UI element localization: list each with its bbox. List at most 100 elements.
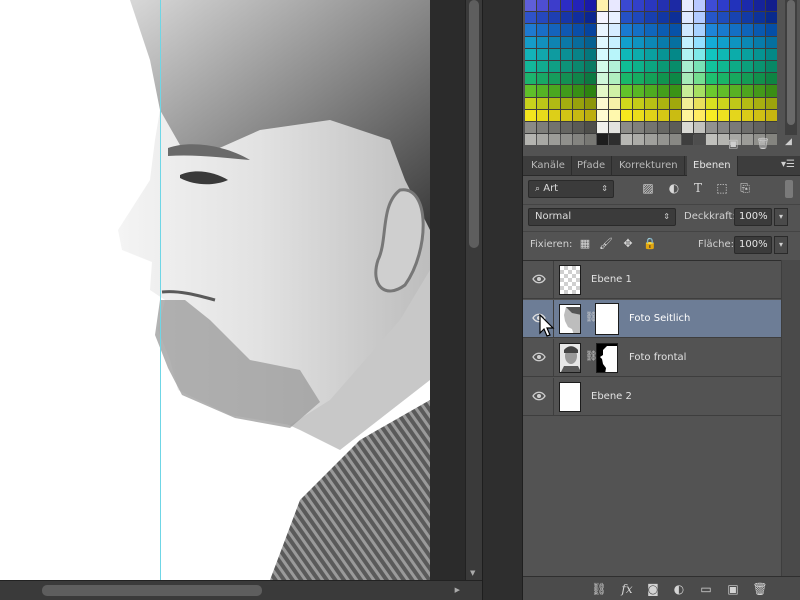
color-swatch[interactable] [609,12,621,24]
color-swatch[interactable] [537,60,549,73]
color-swatch[interactable] [657,97,669,109]
layer-row-ebene-1[interactable]: Ebene 1 [523,261,781,299]
color-swatch[interactable] [573,48,585,60]
scroll-down-arrow-icon[interactable]: ▼ [470,569,475,577]
tab-kanaele[interactable]: Kanäle [525,156,572,176]
color-swatch[interactable] [681,121,693,134]
panel-menu-icon[interactable]: ▾☰ [781,159,795,170]
tab-ebenen[interactable]: Ebenen [687,156,738,176]
color-swatch[interactable] [681,97,693,109]
color-swatch[interactable] [693,24,705,36]
color-swatch[interactable] [753,12,765,24]
color-swatch[interactable] [729,109,741,121]
color-swatch[interactable] [573,60,585,73]
color-swatch[interactable] [561,85,573,97]
color-swatch[interactable] [585,73,597,85]
color-swatch[interactable] [561,24,573,36]
color-swatch[interactable] [633,12,645,24]
color-swatch[interactable] [633,121,645,134]
opacity-dropdown-arrow[interactable]: ▾ [774,208,788,226]
color-swatch[interactable] [537,24,549,36]
color-swatch[interactable] [681,60,693,73]
color-swatch[interactable] [537,85,549,97]
visibility-column[interactable] [523,339,554,377]
color-swatch[interactable] [549,109,561,121]
color-swatch[interactable] [681,48,693,60]
color-swatch[interactable] [717,60,729,73]
layer-thumbnail[interactable] [559,382,581,412]
color-swatch[interactable] [525,60,537,73]
color-swatch[interactable] [693,85,705,97]
color-swatch[interactable] [633,109,645,121]
color-swatch[interactable] [645,85,657,97]
color-swatch[interactable] [609,48,621,60]
color-swatch[interactable] [693,97,705,109]
color-swatch[interactable] [585,24,597,36]
document-canvas-area[interactable] [0,0,465,580]
color-swatch[interactable] [525,48,537,60]
color-swatch[interactable] [717,0,729,12]
color-swatch[interactable] [657,73,669,85]
color-swatch[interactable] [597,73,609,85]
color-swatch[interactable] [525,0,537,12]
color-swatch[interactable] [729,73,741,85]
color-swatch[interactable] [753,85,765,97]
color-swatch[interactable] [741,0,753,12]
color-swatch[interactable] [573,73,585,85]
color-swatch[interactable] [669,60,681,73]
color-swatch[interactable] [681,85,693,97]
color-swatch[interactable] [693,121,705,134]
layers-scrollbar[interactable] [781,260,800,576]
color-swatch[interactable] [597,0,609,12]
color-swatch[interactable] [597,36,609,48]
color-swatch[interactable] [741,85,753,97]
color-swatch[interactable] [573,97,585,109]
color-swatch[interactable] [741,12,753,24]
color-swatch[interactable] [525,73,537,85]
color-swatch[interactable] [561,121,573,134]
color-swatch[interactable] [609,121,621,134]
shape-filter-icon[interactable]: ⬚ [715,181,729,195]
color-swatch[interactable] [621,60,633,73]
color-swatch[interactable] [681,12,693,24]
resize-grip-icon[interactable]: ◢ [785,137,792,147]
document-canvas[interactable] [0,0,430,580]
color-swatch[interactable] [549,24,561,36]
color-swatch[interactable] [537,109,549,121]
color-swatch[interactable] [681,36,693,48]
color-swatch[interactable] [693,60,705,73]
color-swatch[interactable] [717,48,729,60]
color-swatch[interactable] [525,121,537,134]
color-swatch[interactable] [573,12,585,24]
color-swatch[interactable] [525,97,537,109]
color-swatch[interactable] [765,97,777,109]
color-swatch[interactable] [633,73,645,85]
color-swatch[interactable] [705,24,717,36]
canvas-horizontal-scroll-thumb[interactable] [42,585,262,596]
color-swatch[interactable] [549,0,561,12]
color-swatch[interactable] [573,121,585,134]
color-swatch[interactable] [585,12,597,24]
color-swatch[interactable] [717,24,729,36]
color-swatch[interactable] [681,0,693,12]
color-swatch[interactable] [645,36,657,48]
color-swatch[interactable] [645,12,657,24]
color-swatch[interactable] [621,109,633,121]
color-swatch[interactable] [621,121,633,134]
color-swatch[interactable] [729,12,741,24]
color-swatch[interactable] [765,12,777,24]
color-swatch[interactable] [669,85,681,97]
color-swatch[interactable] [765,48,777,60]
color-swatch[interactable] [753,60,765,73]
color-swatch[interactable] [681,24,693,36]
layer-thumbnail[interactable] [559,343,581,373]
color-swatch[interactable] [537,48,549,60]
color-swatch[interactable] [621,73,633,85]
color-swatch[interactable] [549,97,561,109]
color-swatch[interactable] [741,24,753,36]
color-swatch[interactable] [729,0,741,12]
layer-name[interactable]: Foto frontal [629,352,686,363]
color-swatch[interactable] [621,97,633,109]
color-swatch[interactable] [633,48,645,60]
color-swatch[interactable] [585,60,597,73]
